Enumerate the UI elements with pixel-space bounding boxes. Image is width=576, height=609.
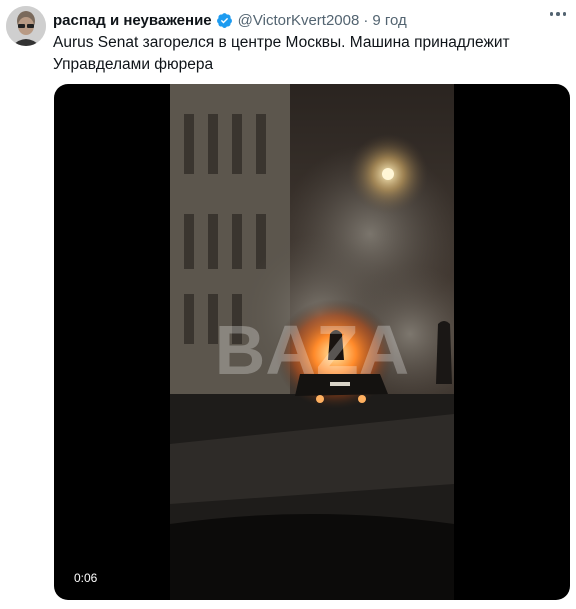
avatar[interactable] (6, 6, 46, 46)
separator-dot: · (363, 11, 369, 29)
verified-badge-icon (216, 12, 232, 28)
author-handle[interactable]: @VictorKvert2008 (238, 12, 360, 29)
more-options-icon[interactable] (549, 12, 566, 16)
video-duration: 0:06 (70, 570, 102, 586)
display-name[interactable]: распад и неуважение (53, 12, 212, 29)
person-avatar-icon (6, 6, 46, 46)
video-watermark: BAZA (215, 311, 409, 389)
video-still-image: BAZA (170, 84, 454, 600)
video-frame: BAZA (170, 84, 454, 600)
tweet[interactable]: распад и неуважение @VictorKvert2008 · 9… (0, 0, 576, 609)
video-player[interactable]: BAZA 0:06 (54, 84, 570, 600)
timestamp[interactable]: 9 год (372, 12, 406, 29)
tweet-header: распад и неуважение @VictorKvert2008 · 9… (53, 10, 546, 30)
tweet-text: Aurus Senat загорелся в центре Москвы. М… (53, 34, 510, 73)
